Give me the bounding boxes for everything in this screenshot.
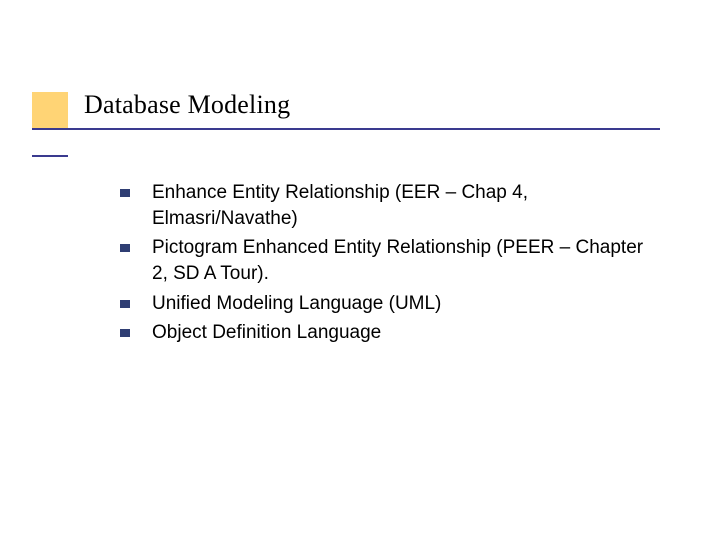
list-item: Object Definition Language <box>120 320 650 346</box>
list-item-text: Enhance Entity Relationship (EER – Chap … <box>152 180 650 231</box>
list-item-text: Pictogram Enhanced Entity Relationship (… <box>152 235 650 286</box>
square-bullet-icon <box>120 329 130 337</box>
title-underline-short <box>32 155 68 157</box>
title-underline <box>32 128 660 130</box>
bullet-list: Enhance Entity Relationship (EER – Chap … <box>120 180 650 350</box>
square-bullet-icon <box>120 300 130 308</box>
list-item: Pictogram Enhanced Entity Relationship (… <box>120 235 650 286</box>
list-item-text: Object Definition Language <box>152 320 381 346</box>
title-accent-block <box>32 92 68 128</box>
list-item: Unified Modeling Language (UML) <box>120 291 650 317</box>
square-bullet-icon <box>120 244 130 252</box>
list-item-text: Unified Modeling Language (UML) <box>152 291 441 317</box>
slide: Database Modeling Enhance Entity Relatio… <box>0 0 720 540</box>
slide-title: Database Modeling <box>84 90 290 120</box>
square-bullet-icon <box>120 189 130 197</box>
list-item: Enhance Entity Relationship (EER – Chap … <box>120 180 650 231</box>
